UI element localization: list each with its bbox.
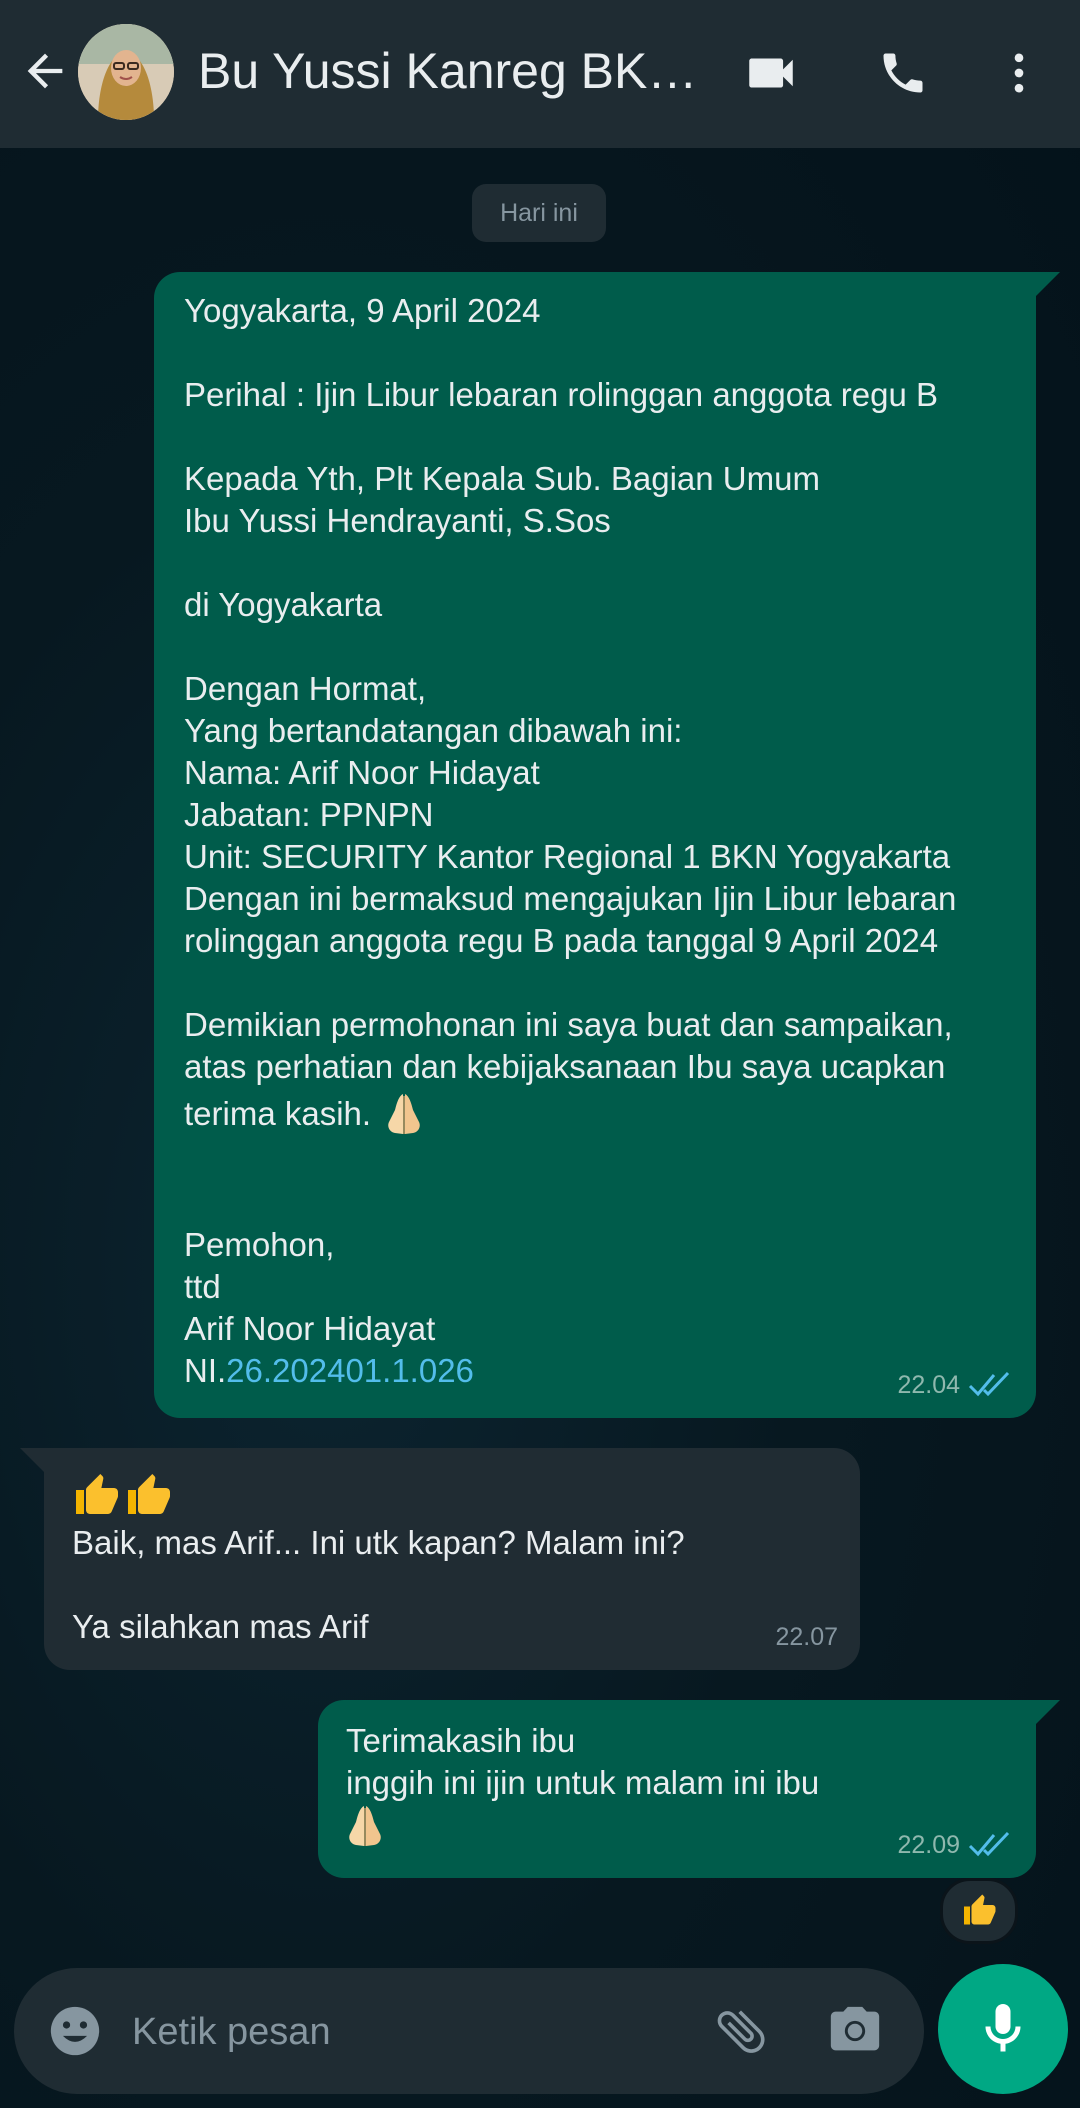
folded-hands-emoji-icon [388,1094,420,1134]
thumbs-up-emoji-icon [964,1894,996,1925]
message-time: 22.04 [897,1371,960,1399]
thumbs-up-emoji-icon [128,1474,170,1514]
message-bubble-incoming[interactable]: Baik, mas Arif... Ini utk kapan? Malam i… [20,1448,860,1670]
thumbs-up-emoji-icon [76,1474,118,1514]
message-line: rolinggan anggota regu B pada tanggal 9 … [184,922,939,959]
emoji-icon [50,2006,100,2056]
message-composer [14,1968,924,2094]
more-vert-icon [1014,53,1024,93]
date-chip: Hari ini [472,184,606,242]
phone-icon [883,53,923,93]
camera-button[interactable] [822,1998,888,2064]
message-line: Arif Noor Hidayat [184,1310,436,1347]
message-text: NI. [184,1352,227,1389]
message-line: Dengan ini bermaksud mengajukan Ijin Lib… [184,880,957,917]
phone-number-link[interactable]: 26.202401.1.026 [226,1352,474,1389]
message-input[interactable] [130,1998,694,2066]
voice-message-button[interactable] [938,1964,1068,2094]
folded-hands-emoji-icon [349,1806,381,1846]
message-line: Dengan Hormat, [184,670,427,707]
message-line: inggih ini ijin untuk malam ini ibu [346,1764,820,1801]
message-line: NI.26.202401.1.026 [184,1350,1006,1392]
message-line: Baik, mas Arif... Ini utk kapan? Malam i… [72,1524,685,1561]
avatar[interactable] [78,24,174,120]
message-line: Demikian permohonan ini saya buat dan sa… [184,1006,953,1043]
video-call-button[interactable] [738,40,804,106]
contact-name[interactable]: Bu Yussi Kanreg BKN... [198,38,718,104]
message-reaction[interactable] [940,1878,1018,1944]
message-line: terima kasih. [184,1088,1006,1140]
message-meta: 22.07 [775,1616,838,1658]
message-line: Yang bertandatangan dibawah ini: [184,712,683,749]
arrow-back-icon [27,53,63,89]
message-line: Jabatan: PPNPN [184,796,434,833]
message-line: Pemohon, [184,1226,335,1263]
double-check-read-icon [968,1371,1010,1397]
message-time: 22.07 [775,1623,838,1651]
message-line: Ibu Yussi Hendrayanti, S.Sos [184,502,611,539]
message-line: Ya silahkan mas Arif [72,1608,369,1645]
chat-header: Bu Yussi Kanreg BKN... [0,0,1080,148]
videocam-icon [749,58,793,88]
message-line: Terimakasih ibu [346,1722,576,1759]
mic-icon [985,2004,1021,2052]
message-line: Kepada Yth, Plt Kepala Sub. Bagian Umum [184,460,820,497]
avatar-image [78,24,174,120]
bubble-tail [1034,272,1060,298]
message-bubble-outgoing[interactable]: Terimakasih ibu inggih ini ijin untuk ma… [318,1700,1060,1878]
message-line: Nama: Arif Noor Hidayat [184,754,540,791]
message-line: atas perhatian dan kebijaksanaan Ibu say… [184,1048,946,1085]
bubble-tail [1034,1700,1060,1726]
double-check-read-icon [968,1831,1010,1857]
message-meta: 22.09 [897,1824,1014,1866]
emoji-button[interactable] [42,1998,108,2064]
camera-icon [830,2006,880,2051]
more-options-button[interactable] [986,40,1052,106]
message-line: Unit: SECURITY Kantor Regional 1 BKN Yog… [184,838,951,875]
voice-call-button[interactable] [870,40,936,106]
emoji-row [72,1470,832,1522]
paperclip-icon [717,2010,765,2053]
back-button[interactable] [14,40,76,102]
message-text: terima kasih. [184,1095,372,1132]
message-line: Perihal : Ijin Libur lebaran rolinggan a… [184,376,939,413]
message-bubble-outgoing[interactable]: Yogyakarta, 9 April 2024 Perihal : Ijin … [154,272,1060,1418]
message-meta: 22.04 [897,1364,1014,1406]
message-line: ttd [184,1268,221,1305]
attach-button[interactable] [708,1998,774,2064]
message-line: di Yogyakarta [184,586,383,623]
message-time: 22.09 [897,1831,960,1859]
bubble-tail [20,1448,46,1474]
message-line: Yogyakarta, 9 April 2024 [184,292,541,329]
